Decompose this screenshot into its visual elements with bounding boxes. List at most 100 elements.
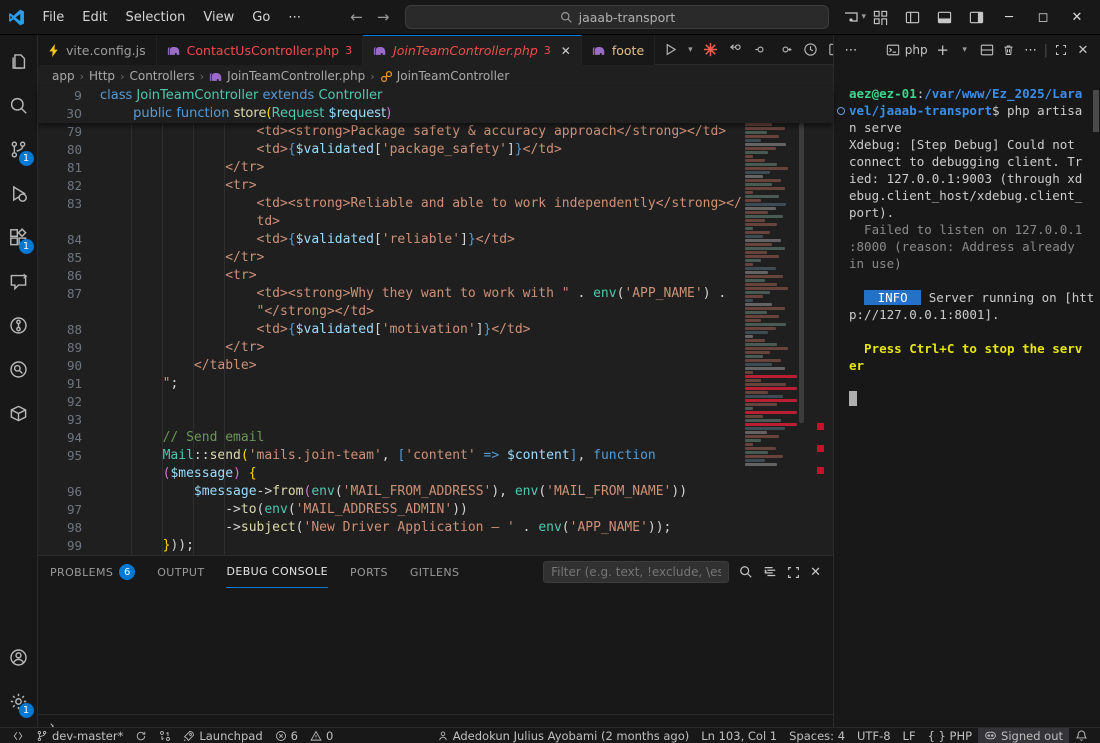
status-cursor-position[interactable]: Ln 103, Col 1 — [695, 728, 783, 743]
breadcrumb-item[interactable]: app — [52, 69, 75, 83]
terminal-dropdown-icon[interactable]: ▾ — [954, 39, 976, 61]
code-line[interactable]: 82<tr> — [38, 177, 833, 195]
more-actions-icon[interactable]: ⋯ — [840, 39, 862, 61]
sidebar-item-explorer[interactable] — [0, 39, 38, 83]
sticky-scroll[interactable]: 9class JoinTeamController extends Contro… — [38, 87, 833, 123]
code-line[interactable]: 90</table> — [38, 357, 833, 375]
run-icon[interactable] — [663, 42, 678, 57]
status-blame-annotation[interactable]: Adedokun Julius Ayobami (2 months ago) — [431, 728, 696, 743]
prev-change-icon[interactable] — [753, 42, 768, 57]
menu-file[interactable]: File — [34, 6, 74, 28]
sidebar-item-gitlens[interactable] — [0, 303, 38, 347]
kill-terminal-icon[interactable] — [998, 39, 1020, 61]
sidebar-item-settings[interactable]: 1 — [0, 679, 38, 723]
chevron-down-icon[interactable]: ▾ — [688, 45, 693, 55]
status-sync-changes[interactable] — [129, 728, 153, 743]
sidebar-item-search[interactable] — [0, 83, 38, 127]
panel-tab-output[interactable]: OUTPUT — [157, 557, 204, 588]
status-gitlens-compare[interactable] — [153, 728, 177, 743]
code-line[interactable]: 87<td><strong>Why they want to work with… — [38, 285, 833, 303]
sidebar-item-chat[interactable] — [0, 259, 38, 303]
toggle-panel-icon[interactable] — [930, 4, 958, 30]
split-terminal-icon[interactable] — [976, 39, 998, 61]
code-line[interactable]: 86<tr> — [38, 267, 833, 285]
sidebar-item-run-and-debug[interactable] — [0, 171, 38, 215]
status-warnings[interactable]: 0 — [304, 728, 339, 743]
panel-tab-ports[interactable]: PORTS — [350, 557, 388, 588]
code-line[interactable]: 89</tr> — [38, 339, 833, 357]
code-line[interactable]: 96$message->from(env('MAIL_FROM_ADDRESS'… — [38, 483, 833, 501]
code-line[interactable]: ($message) { — [38, 465, 833, 483]
status-gitlens-launchpad[interactable]: Launchpad — [177, 728, 268, 743]
tab-vite-config-js[interactable]: vite.config.js — [38, 35, 157, 65]
terminal-shell-label[interactable]: php — [905, 43, 928, 57]
code-line[interactable]: 98->subject('New Driver Application — ' … — [38, 519, 833, 537]
code-line[interactable]: "</strong></td> — [38, 303, 833, 321]
code-line[interactable]: 94// Send email — [38, 429, 833, 447]
code-line[interactable]: 97->to(env('MAIL_ADDRESS_ADMIN')) — [38, 501, 833, 519]
code-line[interactable]: td> — [38, 213, 833, 231]
code-line[interactable]: 30public function store(Request $request… — [38, 105, 833, 123]
breadcrumb[interactable]: app›Http›Controllers›JoinTeamController.… — [38, 65, 833, 87]
sidebar-item-gitlens-inspect[interactable] — [0, 347, 38, 391]
code-editor[interactable]: 79<td><strong>Package safety & accuracy … — [38, 123, 833, 555]
status-indentation[interactable]: Spaces: 4 — [783, 728, 851, 743]
new-terminal-icon[interactable]: + — [932, 39, 954, 61]
code-line[interactable]: 88<td>{$validated['motivation']}</td> — [38, 321, 833, 339]
editor-scrollbar[interactable] — [799, 123, 804, 423]
status-encoding[interactable]: UTF-8 — [851, 728, 897, 743]
next-change-icon[interactable] — [778, 42, 793, 57]
collapse-all-icon[interactable] — [763, 565, 777, 579]
toggle-secondary-sidebar-icon[interactable] — [962, 4, 990, 30]
close-window-button[interactable]: ✕ — [1062, 2, 1092, 32]
code-line[interactable]: 84<td>{$validated['reliable']}</td> — [38, 231, 833, 249]
menu-go[interactable]: Go — [243, 6, 279, 28]
panel-tab-debug-console[interactable]: DEBUG CONSOLE — [226, 557, 328, 588]
menu-selection[interactable]: Selection — [116, 6, 194, 28]
status-remote-indicator[interactable] — [6, 728, 30, 743]
code-line[interactable]: 83<td><strong>Reliable and able to work … — [38, 195, 833, 213]
minimize-button[interactable]: ─ — [994, 2, 1024, 32]
code-line[interactable]: 85</tr> — [38, 249, 833, 267]
status-eol[interactable]: LF — [897, 728, 922, 743]
toggle-primary-sidebar-icon[interactable] — [898, 4, 926, 30]
terminal-scrollbar[interactable] — [1093, 90, 1099, 132]
maximize-terminal-icon[interactable] — [1050, 39, 1072, 61]
close-tab-icon[interactable]: ✕ — [561, 44, 571, 58]
terminal-output[interactable]: aez@ez-01:/var/www/Ez_2025/Laravel/jaaab… — [834, 85, 1100, 705]
code-line[interactable]: 92 — [38, 393, 833, 411]
tab-contactuscontroller-php[interactable]: ContactUsController.php3 — [157, 35, 363, 65]
go-back-icon[interactable]: ← — [350, 8, 363, 26]
maximize-panel-icon[interactable] — [787, 566, 800, 579]
code-line[interactable]: 9class JoinTeamController extends Contro… — [38, 87, 833, 105]
sidebar-item-source-control[interactable]: 1 — [0, 127, 38, 171]
code-line[interactable]: 93 — [38, 411, 833, 429]
status-git-branch[interactable]: dev-master* — [30, 728, 129, 743]
more-actions-icon[interactable]: ⋯ — [1020, 39, 1042, 61]
gitlens-compare-icon[interactable] — [728, 42, 743, 57]
code-line[interactable]: 99})); — [38, 537, 833, 555]
status-errors[interactable]: 6 — [269, 728, 304, 743]
menu-edit[interactable]: Edit — [73, 6, 116, 28]
breadcrumb-item[interactable]: Controllers — [129, 69, 194, 83]
sidebar-item-package-manager[interactable] — [0, 391, 38, 435]
go-forward-icon[interactable]: → — [377, 8, 390, 26]
command-decoration-icon[interactable] — [837, 107, 845, 115]
breadcrumb-item[interactable]: JoinTeamController.php — [209, 69, 365, 83]
status-notifications[interactable] — [1069, 728, 1094, 743]
code-line[interactable]: 91"; — [38, 375, 833, 393]
code-line[interactable]: 95Mail::send('mails.join-team', ['conten… — [38, 447, 833, 465]
sidebar-item-extensions[interactable]: 1 — [0, 215, 38, 259]
search-icon[interactable] — [739, 565, 753, 579]
code-line[interactable]: 79<td><strong>Package safety & accuracy … — [38, 123, 833, 141]
close-panel-icon[interactable]: ✕ — [810, 565, 821, 580]
maximize-button[interactable]: ◻ — [1028, 2, 1058, 32]
minimap[interactable] — [745, 123, 799, 555]
status-language-mode[interactable]: { } PHP — [922, 728, 978, 743]
panel-tab-problems[interactable]: PROBLEMS6 — [50, 557, 135, 588]
timeline-icon[interactable] — [803, 42, 818, 57]
command-center-search[interactable]: jaaab-transport — [405, 5, 829, 29]
layout-grid-icon[interactable] — [866, 4, 894, 30]
breadcrumb-item[interactable]: Http — [89, 69, 115, 83]
status-copilot-status[interactable]: Signed out — [978, 728, 1069, 743]
